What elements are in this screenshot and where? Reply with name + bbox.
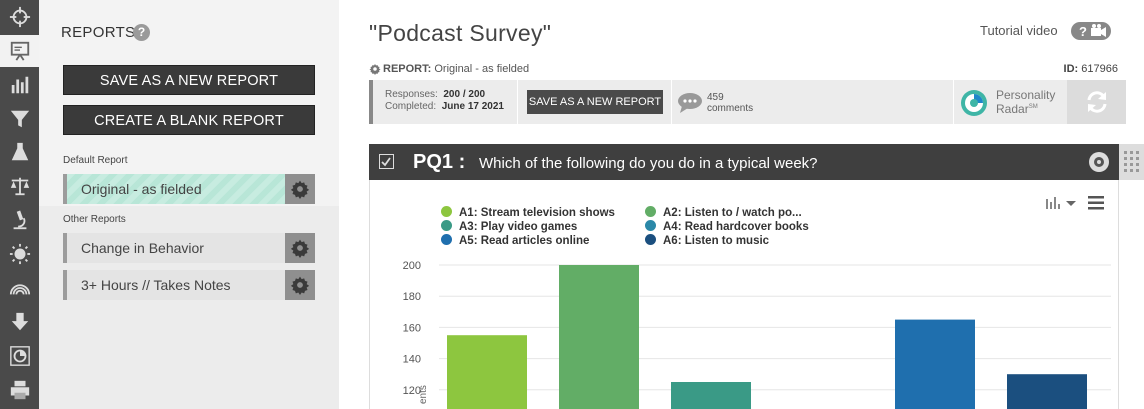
- gear-icon[interactable]: [285, 174, 315, 204]
- report-item-label[interactable]: Change in Behavior: [63, 233, 285, 263]
- scale-icon[interactable]: [0, 170, 39, 202]
- completed-label: Completed:: [385, 101, 437, 112]
- printer-icon[interactable]: [0, 374, 39, 406]
- y-tick-label: 140: [403, 354, 421, 366]
- gear-icon[interactable]: [285, 233, 315, 263]
- default-report-label: Default Report: [63, 155, 128, 166]
- personality-radar-link[interactable]: Personality RadarSM: [996, 89, 1055, 115]
- download-arrow-icon[interactable]: [0, 306, 39, 338]
- id-label: ID:: [1063, 63, 1079, 75]
- completed-value: June 17 2021: [441, 101, 504, 112]
- bar-a5[interactable]: [895, 319, 975, 409]
- personality-radar-line2: Radar: [996, 102, 1029, 116]
- video-help-icon[interactable]: ?: [1071, 22, 1111, 40]
- tutorial-video-link[interactable]: Tutorial video: [980, 23, 1058, 38]
- survey-info-bar: Responses: 200 / 200 Completed: June 17 …: [369, 80, 1126, 124]
- responses-info: Responses: 200 / 200 Completed: June 17 …: [385, 89, 504, 113]
- comments-count[interactable]: 459 comments: [707, 92, 753, 114]
- tool-rail: [0, 0, 39, 409]
- drag-handle[interactable]: [1119, 144, 1144, 180]
- question-header: PQ1 : Which of the following do you do i…: [369, 144, 1119, 180]
- refresh-button[interactable]: [1067, 80, 1126, 124]
- save-as-new-report-small-button[interactable]: SAVE AS A NEW REPORT: [527, 90, 663, 114]
- y-axis-label: ents: [418, 385, 429, 404]
- question-text: Which of the following do you do in a ty…: [479, 155, 818, 172]
- bar-chart: 200180160140120 ents: [403, 260, 1111, 409]
- bar-chart-icon[interactable]: [0, 69, 39, 101]
- reports-panel: REPORTS ? SAVE AS A NEW REPORT CREATE A …: [39, 0, 339, 409]
- responses-value: 200 / 200: [443, 89, 486, 100]
- create-blank-report-button[interactable]: CREATE A BLANK REPORT: [63, 105, 315, 135]
- id-value: 617966: [1081, 63, 1118, 75]
- crosshair-icon[interactable]: [0, 1, 39, 33]
- personality-radar-line1: Personality: [996, 88, 1056, 102]
- report-item-change-in-behavior[interactable]: Change in Behavior: [63, 233, 315, 263]
- responses-label: Responses:: [385, 89, 438, 100]
- microscope-icon[interactable]: [0, 204, 39, 236]
- report-item-3-hours-takes-notes[interactable]: 3+ Hours // Takes Notes: [63, 270, 315, 300]
- help-icon[interactable]: ?: [133, 24, 150, 41]
- flask-icon[interactable]: [0, 136, 39, 168]
- report-prefix: REPORT:: [383, 63, 432, 75]
- survey-id: ID: 617966: [1064, 63, 1118, 75]
- report-name: Original - as fielded: [434, 63, 530, 75]
- bar-a2[interactable]: [559, 265, 639, 409]
- reports-title: REPORTS: [61, 24, 136, 41]
- question-checkbox[interactable]: [379, 154, 394, 169]
- report-item-label[interactable]: 3+ Hours // Takes Notes: [63, 270, 285, 300]
- report-item-label[interactable]: Original - as fielded: [63, 174, 285, 204]
- bar-a1[interactable]: [447, 335, 527, 409]
- comments-label: comments: [707, 103, 754, 114]
- y-tick-label: 160: [403, 322, 421, 334]
- report-item-default[interactable]: Original - as fielded: [63, 174, 315, 204]
- survey-title: "Podcast Survey": [369, 20, 552, 46]
- rainbow-icon[interactable]: [0, 272, 39, 304]
- question-code: PQ1 :: [413, 151, 466, 173]
- bar-a3[interactable]: [671, 382, 751, 409]
- y-tick-label: 200: [403, 260, 421, 272]
- svg-text:?: ?: [1079, 24, 1087, 39]
- report-settings-icon[interactable]: [369, 62, 381, 80]
- filter-icon[interactable]: [0, 103, 39, 135]
- personality-radar-sup: SM: [1028, 104, 1038, 110]
- bar-a6[interactable]: [1007, 374, 1087, 409]
- comments-number: 459: [707, 92, 724, 103]
- main-content: "Podcast Survey" Tutorial video ? REPORT…: [339, 0, 1144, 409]
- personality-radar-icon[interactable]: [959, 88, 989, 123]
- other-reports-label: Other Reports: [63, 214, 126, 225]
- y-tick-label: 180: [403, 291, 421, 303]
- presentation-icon[interactable]: [0, 35, 39, 67]
- comments-icon[interactable]: [677, 92, 703, 119]
- sun-icon[interactable]: [0, 238, 39, 270]
- radar-icon[interactable]: [0, 340, 39, 372]
- app-window: REPORTS ? SAVE AS A NEW REPORT CREATE A …: [0, 0, 1144, 409]
- refresh-icon: [1087, 91, 1106, 113]
- question-options-icon[interactable]: [1089, 152, 1109, 172]
- current-report-line: REPORT: Original - as fielded: [383, 63, 529, 75]
- gear-icon[interactable]: [285, 270, 315, 300]
- save-as-new-report-button[interactable]: SAVE AS A NEW REPORT: [63, 65, 315, 95]
